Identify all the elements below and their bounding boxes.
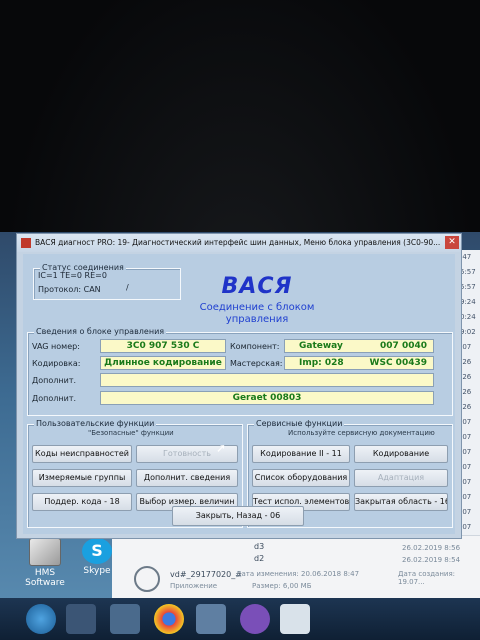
- window-title: ВАСЯ диагност PRO: 19- Диагностический и…: [35, 238, 441, 247]
- list-item-date: 26.02.2019 8:54: [402, 556, 461, 564]
- unit-info-group: Сведения о блоке управления VAG номер: 3…: [27, 327, 453, 416]
- extra-info-field-2: Geraet 00803: [100, 391, 434, 405]
- connection-subtitle: Соединение с блоком управления: [199, 302, 315, 325]
- mouse-pointer-icon: ➚: [216, 441, 227, 455]
- extra-info-field-1: [100, 373, 434, 387]
- file-size: Размер: 6,00 МБ: [252, 582, 312, 590]
- coding-button[interactable]: Кодирование: [354, 445, 448, 463]
- list-item[interactable]: d2: [254, 554, 264, 563]
- app-icon: [21, 238, 31, 248]
- component-field: Gateway 007 0040: [284, 339, 434, 353]
- vag-number-field: 3C0 907 530 C: [100, 339, 226, 353]
- adaptation-button[interactable]: Адаптация: [354, 469, 448, 487]
- imp-value: Imp: 028: [299, 358, 344, 368]
- desktop-icon-label: HMS Software: [25, 568, 65, 588]
- workshop-field: Imp: 028 WSC 00439: [284, 356, 434, 370]
- supported-codes-button[interactable]: Поддер. кода - 18: [32, 493, 132, 511]
- coding-field: Длинное кодирование: [100, 356, 226, 370]
- taskbar-app-icon[interactable]: [110, 604, 140, 634]
- window-titlebar[interactable]: ВАСЯ диагност PRO: 19- Диагностический и…: [17, 234, 461, 252]
- protocol-line: Протокол: CAN: [38, 285, 101, 294]
- group-legend: Сервисные функции: [254, 419, 345, 428]
- skype-icon: S: [82, 538, 112, 564]
- close-back-button[interactable]: Закрыть, Назад - 06: [172, 506, 304, 526]
- extra-info-label-2: Дополнит.: [32, 394, 77, 403]
- group-subtitle: "Безопасные" функции: [88, 429, 174, 437]
- coding-label: Кодировка:: [32, 359, 81, 368]
- component-code: 007 0040: [380, 341, 427, 351]
- fault-codes-button[interactable]: Коды неисправностей: [32, 445, 132, 463]
- status-line: IC=1 TE=0 RE=0: [38, 271, 107, 280]
- vag-number-label: VAG номер:: [32, 342, 80, 351]
- desktop-icon-label: Skype: [83, 566, 111, 576]
- vasya-app-window: ВАСЯ диагност PRO: 19- Диагностический и…: [16, 233, 462, 539]
- group-legend: Пользовательские функции: [34, 419, 157, 428]
- file-name[interactable]: vd#_29177020_#: [170, 570, 242, 579]
- activity-indicator: /: [126, 283, 129, 292]
- dialog-client: Статус соединения IC=1 TE=0 RE=0 Протоко…: [23, 254, 455, 534]
- chrome-icon[interactable]: [154, 604, 184, 634]
- security-access-button[interactable]: Закрытая область - 16: [354, 493, 448, 511]
- connection-status-group: Статус соединения IC=1 TE=0 RE=0 Протоко…: [33, 263, 181, 300]
- vasya-logo: ВАСЯ: [221, 274, 293, 299]
- list-item[interactable]: d3: [254, 542, 264, 551]
- workshop-label: Мастерская:: [230, 359, 283, 368]
- hms-software-icon: [29, 538, 61, 566]
- taskbar-app-icon[interactable]: [196, 604, 226, 634]
- component-name: Gateway: [299, 341, 343, 351]
- wsc-value: WSC 00439: [369, 358, 427, 368]
- close-icon[interactable]: ✕: [445, 236, 459, 249]
- file-modified: Дата изменения: 20.06.2018 8:47: [236, 570, 360, 578]
- coding-ii-button[interactable]: Кодирование II - 11: [252, 445, 350, 463]
- equipment-list-button[interactable]: Список оборудования: [252, 469, 350, 487]
- hms-software-desktop-icon[interactable]: HMS Software: [22, 538, 68, 588]
- file-icon: [134, 566, 160, 592]
- list-item-date: 26.02.2019 8:56: [402, 544, 461, 552]
- vasya-taskbar-icon[interactable]: [280, 604, 310, 634]
- file-created: Дата создания: 19.07...: [398, 570, 456, 586]
- component-label: Компонент:: [230, 342, 280, 351]
- file-kind: Приложение: [170, 582, 218, 590]
- advanced-id-button[interactable]: Дополнит. сведения: [136, 469, 238, 487]
- file-explorer-window: d3 26.02.2019 8:56 d2 26.02.2019 8:54 vd…: [112, 535, 480, 598]
- group-legend: Сведения о блоке управления: [34, 327, 167, 336]
- taskbar-app-icon[interactable]: [66, 604, 96, 634]
- viber-icon[interactable]: [240, 604, 270, 634]
- taskbar: [0, 598, 480, 640]
- extra-info-label-1: Дополнит.: [32, 376, 77, 385]
- group-subtitle: Используйте сервисную документацию: [288, 429, 435, 437]
- measuring-blocks-button[interactable]: Измеряемые группы: [32, 469, 132, 487]
- start-button[interactable]: [26, 604, 56, 634]
